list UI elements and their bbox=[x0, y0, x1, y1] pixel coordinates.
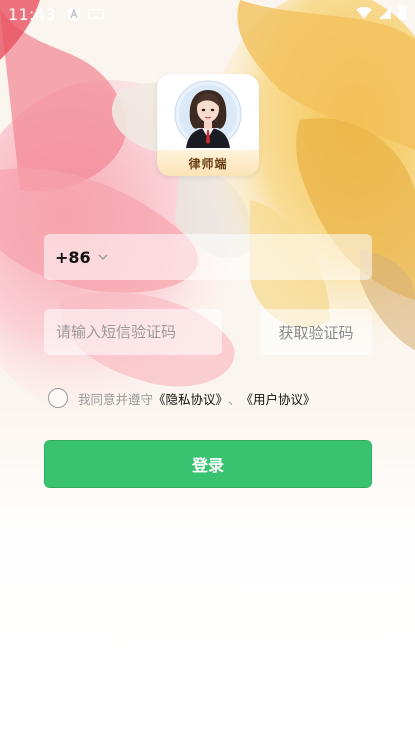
chevron-down-icon[interactable] bbox=[97, 251, 109, 263]
login-screen: 11:43 律师端 +86 请输入短信验证码 获取验证码 我同意并遵守 《隐私协… bbox=[0, 0, 415, 739]
lawyer-avatar-icon bbox=[174, 80, 242, 148]
phone-input[interactable] bbox=[108, 234, 372, 280]
agreement-row: 我同意并遵守 《隐私协议》 、 《用户协议》 bbox=[48, 387, 316, 409]
get-code-button[interactable]: 获取验证码 bbox=[260, 309, 372, 355]
a-badge-icon bbox=[67, 5, 80, 24]
agreement-prefix: 我同意并遵守 bbox=[78, 391, 154, 407]
logo-label: 律师端 bbox=[157, 150, 259, 176]
status-time: 11:43 bbox=[8, 4, 56, 24]
country-code-selector[interactable]: +86 bbox=[55, 248, 91, 267]
wifi-icon bbox=[356, 5, 372, 24]
privacy-agreement-link[interactable]: 《隐私协议》 bbox=[153, 389, 228, 408]
battery-icon bbox=[398, 4, 407, 24]
status-left-icons bbox=[67, 5, 104, 24]
user-agreement-link[interactable]: 《用户协议》 bbox=[241, 389, 316, 408]
sms-code-input[interactable] bbox=[56, 309, 222, 355]
login-button[interactable]: 登录 bbox=[44, 440, 372, 488]
phone-field: +86 bbox=[44, 234, 372, 280]
status-right-icons bbox=[356, 4, 407, 24]
agreement-checkbox[interactable] bbox=[48, 388, 68, 408]
keyboard-icon bbox=[87, 5, 104, 24]
app-logo: 律师端 bbox=[157, 74, 259, 176]
agreement-separator: 、 bbox=[228, 391, 241, 407]
signal-icon bbox=[378, 5, 392, 24]
sms-code-field bbox=[44, 309, 222, 355]
status-bar: 11:43 bbox=[0, 0, 415, 28]
